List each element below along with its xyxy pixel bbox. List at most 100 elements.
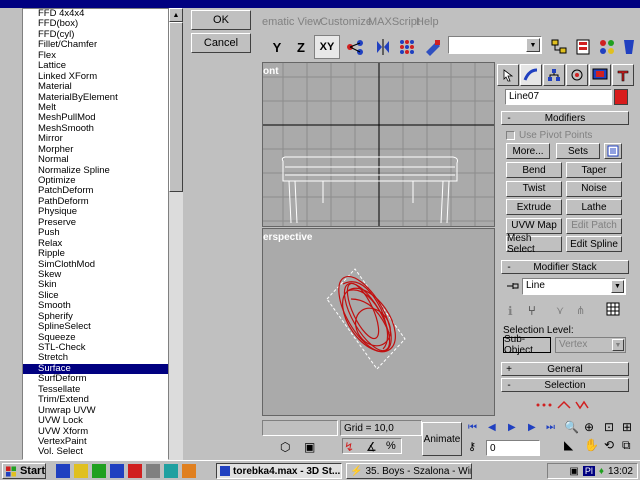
previous-frame-icon[interactable]: ◀ (488, 422, 496, 433)
restrict-z-button[interactable]: Z (290, 35, 312, 59)
tray-app-icon[interactable]: ▣ (569, 466, 578, 477)
quicklaunch-explorer-icon[interactable] (74, 464, 88, 478)
sets-button[interactable]: Sets (556, 143, 600, 159)
go-to-start-icon[interactable]: ⏮ (468, 422, 477, 433)
utilities-tab-icon[interactable] (612, 64, 634, 86)
named-selection-dropdown[interactable]: ▼ (448, 36, 542, 54)
schematic-icon[interactable] (548, 35, 570, 59)
modifier-button-taper[interactable]: Taper (566, 162, 622, 178)
modifier-stack-dropdown[interactable]: Line ▼ (522, 278, 626, 295)
chevron-down-icon[interactable]: ▼ (612, 339, 624, 351)
perspective-viewport[interactable]: erspective (262, 228, 495, 416)
modifier-button-mesh-select[interactable]: Mesh Select (506, 233, 562, 255)
edit-stack-icon[interactable] (606, 302, 620, 319)
zoom-all-icon[interactable]: ⊕ (584, 420, 594, 434)
cancel-button[interactable]: Cancel (191, 33, 251, 53)
modifiers-rollout-header[interactable]: - Modifiers (501, 111, 629, 125)
next-frame-icon[interactable]: ▶ (528, 422, 536, 433)
play-icon[interactable]: ▶ (508, 422, 516, 433)
modifier-list-item[interactable]: Vol. Select (23, 446, 168, 457)
display-tab-icon[interactable] (589, 64, 611, 86)
quicklaunch-media-icon[interactable] (164, 464, 178, 478)
zoom-icon[interactable]: 🔍 (564, 420, 579, 434)
chevron-down-icon[interactable]: ▼ (611, 280, 624, 293)
show-end-result-icon[interactable]: ⑂ (528, 303, 536, 318)
modifier-list-item[interactable]: UVW Lock (23, 415, 168, 426)
perspective-viewport-label[interactable]: erspective (263, 232, 312, 243)
quicklaunch-tool-icon[interactable] (146, 464, 160, 478)
link-icon[interactable] (344, 35, 366, 59)
modifier-button-extrude[interactable]: Extrude (506, 199, 562, 215)
mirror-icon[interactable] (372, 35, 394, 59)
sub-object-button[interactable]: Sub-Object (503, 334, 551, 356)
taskbar-winamp-button[interactable]: ⚡ 35. Boys - Szalona - Winamp (346, 463, 472, 479)
more-button[interactable]: More... (506, 143, 550, 159)
material-editor-icon[interactable] (596, 35, 618, 59)
modifier-stack-rollout-header[interactable]: - Modifier Stack (501, 260, 629, 274)
track-view-icon[interactable] (572, 35, 594, 59)
crossing-icon[interactable]: ▣ (304, 440, 315, 454)
object-name-input[interactable]: Line07 (505, 89, 612, 105)
current-frame-input[interactable]: 0 (486, 440, 540, 456)
animate-button[interactable]: Animate (422, 422, 462, 456)
hierarchy-tab-icon[interactable] (543, 64, 565, 86)
restrict-y-button[interactable]: Y (266, 35, 288, 59)
modifier-button-noise[interactable]: Noise (566, 180, 622, 197)
scroll-up-button[interactable]: ▲ (169, 8, 183, 22)
modifier-list-item[interactable]: Material (23, 81, 168, 92)
modifier-button-edit-patch[interactable]: Edit Patch (566, 217, 622, 234)
modifier-button-bend[interactable]: Bend (506, 162, 562, 178)
quicklaunch-winamp-icon[interactable] (182, 464, 196, 478)
make-unique-icon[interactable]: ⋎ (556, 304, 564, 317)
use-pivot-points-option[interactable]: Use Pivot Points (506, 129, 626, 141)
modifier-button-edit-spline[interactable]: Edit Spline (566, 236, 622, 252)
configure-sets-icon[interactable] (604, 143, 622, 159)
modifier-button-twist[interactable]: Twist (506, 180, 562, 197)
start-button[interactable]: Start (2, 463, 46, 479)
menu-schematic-view[interactable]: ematic View (262, 16, 321, 28)
modify-tab-icon[interactable] (520, 64, 542, 86)
tray-network-icon[interactable]: ♦ (599, 466, 604, 477)
pin-stack-icon[interactable] (504, 278, 522, 294)
snap-toggle-icon[interactable]: ↯ (344, 440, 354, 454)
percent-snap-icon[interactable]: % (386, 440, 396, 452)
modifier-button-uvw-map[interactable]: UVW Map (506, 217, 562, 234)
front-viewport-label[interactable]: ont (263, 66, 279, 77)
restrict-xy-button[interactable]: XY (314, 35, 340, 59)
motion-tab-icon[interactable] (566, 64, 588, 86)
modifier-list-item[interactable]: SplineSelect (23, 321, 168, 332)
array-icon[interactable] (396, 35, 418, 59)
modifier-list-item[interactable]: Ripple (23, 248, 168, 259)
render-icon[interactable] (618, 35, 640, 59)
maximize-viewport-icon[interactable]: ⧉ (622, 438, 631, 453)
field-of-view-icon[interactable]: ◣ (564, 438, 573, 452)
go-to-end-icon[interactable]: ⏭ (546, 422, 555, 433)
selection-level-icons[interactable] (534, 399, 594, 411)
quicklaunch-save-icon[interactable] (110, 464, 124, 478)
selection-rollout-header[interactable]: - Selection (501, 378, 629, 392)
ok-button[interactable]: OK (191, 10, 251, 30)
active-inactive-toggle-icon[interactable]: ℹ (508, 304, 513, 318)
modifier-button-lathe[interactable]: Lathe (566, 199, 622, 215)
quicklaunch-desktop-icon[interactable] (92, 464, 106, 478)
general-rollout-header[interactable]: + General (501, 362, 629, 376)
arc-rotate-icon[interactable]: ⟲ (604, 438, 614, 452)
quicklaunch-ie-icon[interactable] (56, 464, 70, 478)
modifier-list-item[interactable]: Normal (23, 154, 168, 165)
zoom-extents-icon[interactable]: ⊡ (604, 420, 614, 434)
create-tab-icon[interactable] (497, 64, 519, 86)
use-pivot-points-checkbox[interactable] (506, 130, 515, 140)
zoom-extents-all-icon[interactable]: ⊞ (622, 420, 632, 434)
scroll-thumb[interactable] (169, 22, 183, 192)
front-viewport[interactable]: ont (262, 62, 495, 227)
align-icon[interactable] (422, 35, 444, 59)
modifier-list[interactable]: FFD 4x4x4 FFD(box) FFD(cyl) Fillet/Chamfer F… (22, 8, 169, 460)
angle-snap-icon[interactable]: ∡ (366, 440, 377, 454)
taskbar-3dsmax-button[interactable]: torebka4.max - 3D St... (216, 463, 342, 479)
sub-object-level-dropdown[interactable]: Vertex ▼ (555, 337, 626, 353)
chevron-down-icon[interactable]: ▼ (526, 38, 540, 52)
object-color-swatch[interactable] (614, 89, 628, 105)
quicklaunch-app-icon[interactable] (128, 464, 142, 478)
menu-maxscript[interactable]: MAXScript (368, 16, 420, 28)
language-indicator[interactable]: Pl (582, 466, 595, 476)
